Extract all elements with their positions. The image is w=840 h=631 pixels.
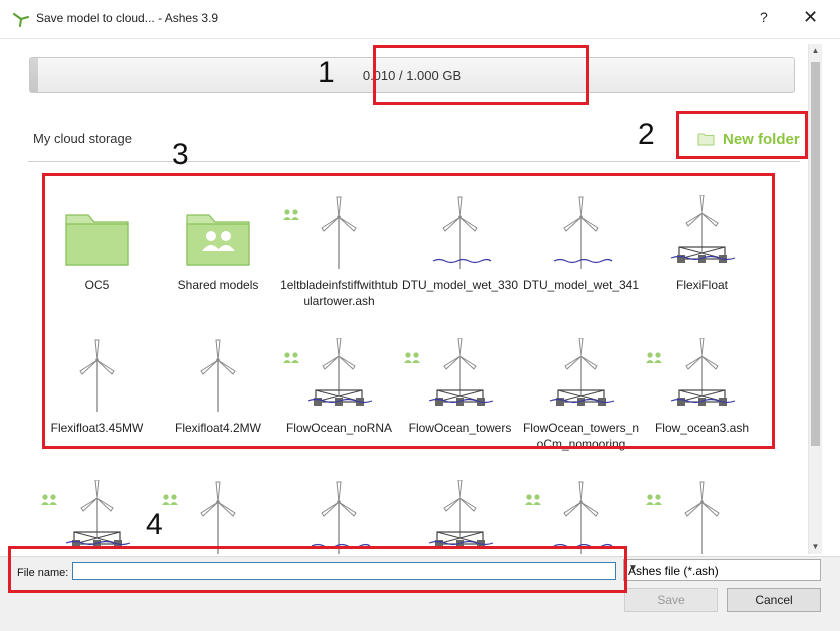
model-item[interactable]: FlowOcean_towers_noCm_nomooring [522,328,640,468]
turbine-icon [162,480,253,555]
new-folder-label: New folder [723,130,800,148]
item-label: OC5 [84,278,110,292]
item-label: FlowOcean_noRNA [285,421,393,435]
annotation-number-4: 4 [146,508,163,541]
model-item[interactable]: FlowOcean_noRNA [280,328,398,468]
model-item[interactable]: OWV...6MW... [522,470,640,555]
annotation-number-2: 2 [638,118,655,151]
item-label: FlowOcean_towers_noCm_nomooring [522,421,640,451]
turbine-icon [62,338,132,418]
turbine-icon [646,480,737,555]
storage-usage-bar: 0.010 / 1.000 GB [29,57,795,93]
new-folder-button[interactable]: New folder [697,127,800,151]
annotation-number-3: 3 [172,138,189,171]
floating-turbine-icon [425,479,495,555]
folder-icon [62,195,132,275]
floating-turbine-icon [283,337,374,418]
annotation-number-1: 1 [318,56,335,89]
model-item[interactable]: FlowOcean_towers [401,328,519,468]
floating-turbine-icon [41,479,132,555]
model-item[interactable]: FlexiFloat [643,185,761,325]
item-label: DTU_model_wet_341 [522,278,640,292]
file-name-panel: File name: Ashes file (*.ash) ▼ Save Can… [0,556,840,631]
shared-users-icon [282,207,300,220]
file-name-input[interactable] [72,562,616,580]
divider [28,161,800,162]
item-label: Flow_ocean3.ash [654,421,750,435]
model-item[interactable]: HMFFLEMW.Updated... [159,470,277,555]
floating-turbine-icon [404,337,495,418]
shared-users-icon [282,350,300,363]
shared-users-icon [645,492,663,505]
model-item[interactable]: Flexifloat3.45MW [38,328,156,468]
turbine-icon [546,195,616,275]
model-item[interactable]: Flexifloat4.2MW [159,328,277,468]
save-button[interactable]: Save [624,588,718,612]
turbine-icon [183,338,253,418]
shared-users-icon [645,350,663,363]
help-button[interactable]: ? [760,9,768,25]
folder-add-icon [697,133,715,146]
item-label: Flexifloat3.45MW [50,421,144,435]
model-item[interactable]: OC4_...aspect.ash [280,470,398,555]
scroll-thumb[interactable] [811,62,820,446]
folder-item[interactable]: OC5 [38,185,156,325]
floating-turbine-icon [667,194,737,275]
model-item[interactable]: Hexcon... [38,470,156,555]
item-label: Shared models [177,278,259,292]
storage-usage-text: 0.010 / 1.000 GB [362,68,462,83]
folder-item[interactable]: Shared models [159,185,277,325]
breadcrumb[interactable]: My cloud storage [33,131,132,146]
item-label: FlexiFloat [675,278,728,292]
item-label: FlowOcean_towers [408,421,512,435]
model-item[interactable]: DTU_model_wet_330 [401,185,519,325]
close-button[interactable]: ✕ [803,7,818,28]
turbine-icon [425,195,495,275]
model-item[interactable]: 1eltbladeinfstiffwithtubulartower.ash [280,185,398,325]
turbine-icon [525,480,616,555]
model-item[interactable]: Flow_ocean3.ash [643,328,761,468]
shared-folder-icon [183,195,253,275]
item-label: Flexifloat4.2MW [174,421,262,435]
scroll-down-icon[interactable]: ▼ [809,540,822,554]
floating-turbine-icon [646,337,737,418]
scroll-up-icon[interactable]: ▲ [809,44,822,58]
title-bar: Save model to cloud... - Ashes 3.9 ? ✕ [0,0,840,38]
turbine-icon [304,480,374,555]
model-item[interactable]: DTU_model_wet_341 [522,185,640,325]
file-type-select[interactable]: Ashes file (*.ash) ▼ [623,559,821,581]
window-title: Save model to cloud... - Ashes 3.9 [36,11,219,25]
file-name-label: File name: [17,567,69,579]
ashes-logo-icon [13,13,29,27]
floating-turbine-icon [546,337,616,418]
chevron-down-icon: ▼ [628,563,638,574]
model-item[interactable]: ...WT3_2_SWT3...100_5.ash [643,470,761,555]
shared-users-icon [403,350,421,363]
shared-users-icon [524,492,542,505]
item-label: DTU_model_wet_330 [401,278,519,292]
shared-users-icon [40,492,58,505]
cancel-button[interactable]: Cancel [727,588,821,612]
model-item[interactable]: OOstar... [401,470,519,555]
shared-users-icon [161,492,179,505]
item-label: 1eltbladeinfstiffwithtubulartower.ash [280,278,398,308]
turbine-icon [283,195,374,275]
file-grid: OC5 Shared models 1eltbladeinfstiffwithtub… [38,170,768,555]
vertical-scrollbar[interactable]: ▲ ▼ [808,44,822,554]
